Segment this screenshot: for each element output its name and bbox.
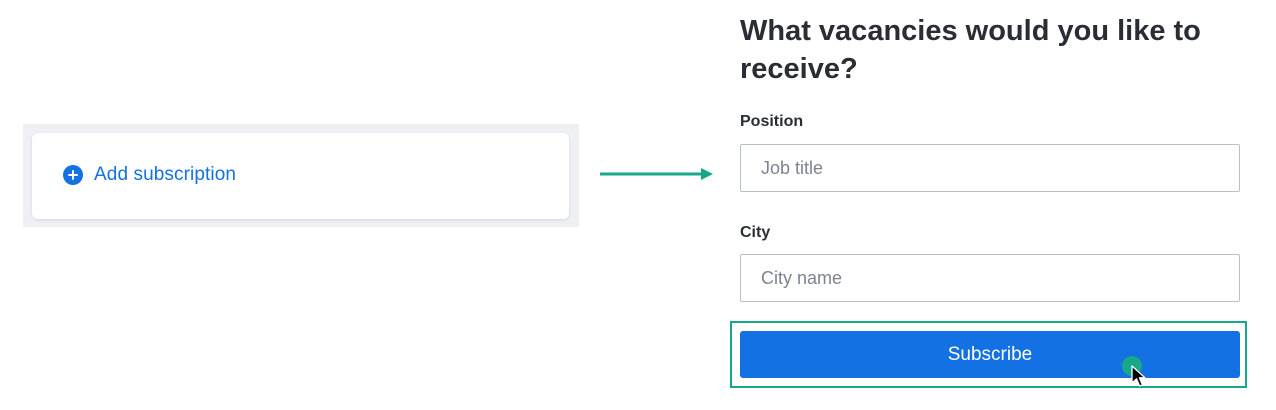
position-input[interactable] (740, 144, 1240, 192)
form-title: What vacancies would you like to receive… (740, 15, 1201, 85)
subscriptions-panel: Add subscription (23, 124, 579, 227)
subscribe-button[interactable]: Subscribe (740, 331, 1240, 378)
add-subscription-card: Add subscription (32, 133, 569, 219)
city-label: City (740, 224, 771, 241)
plus-circle-icon (63, 165, 83, 185)
subscription-form: What vacancies would you like to receive… (740, 12, 1240, 302)
add-subscription-link[interactable]: Add subscription (63, 164, 236, 186)
arrow-right-icon (600, 168, 713, 180)
mouse-pointer-icon (1131, 365, 1146, 387)
add-subscription-label: Add subscription (94, 164, 237, 185)
city-input[interactable] (740, 254, 1240, 302)
stage: Add subscription What vacancies would yo… (0, 0, 1276, 410)
position-label: Position (740, 113, 804, 130)
